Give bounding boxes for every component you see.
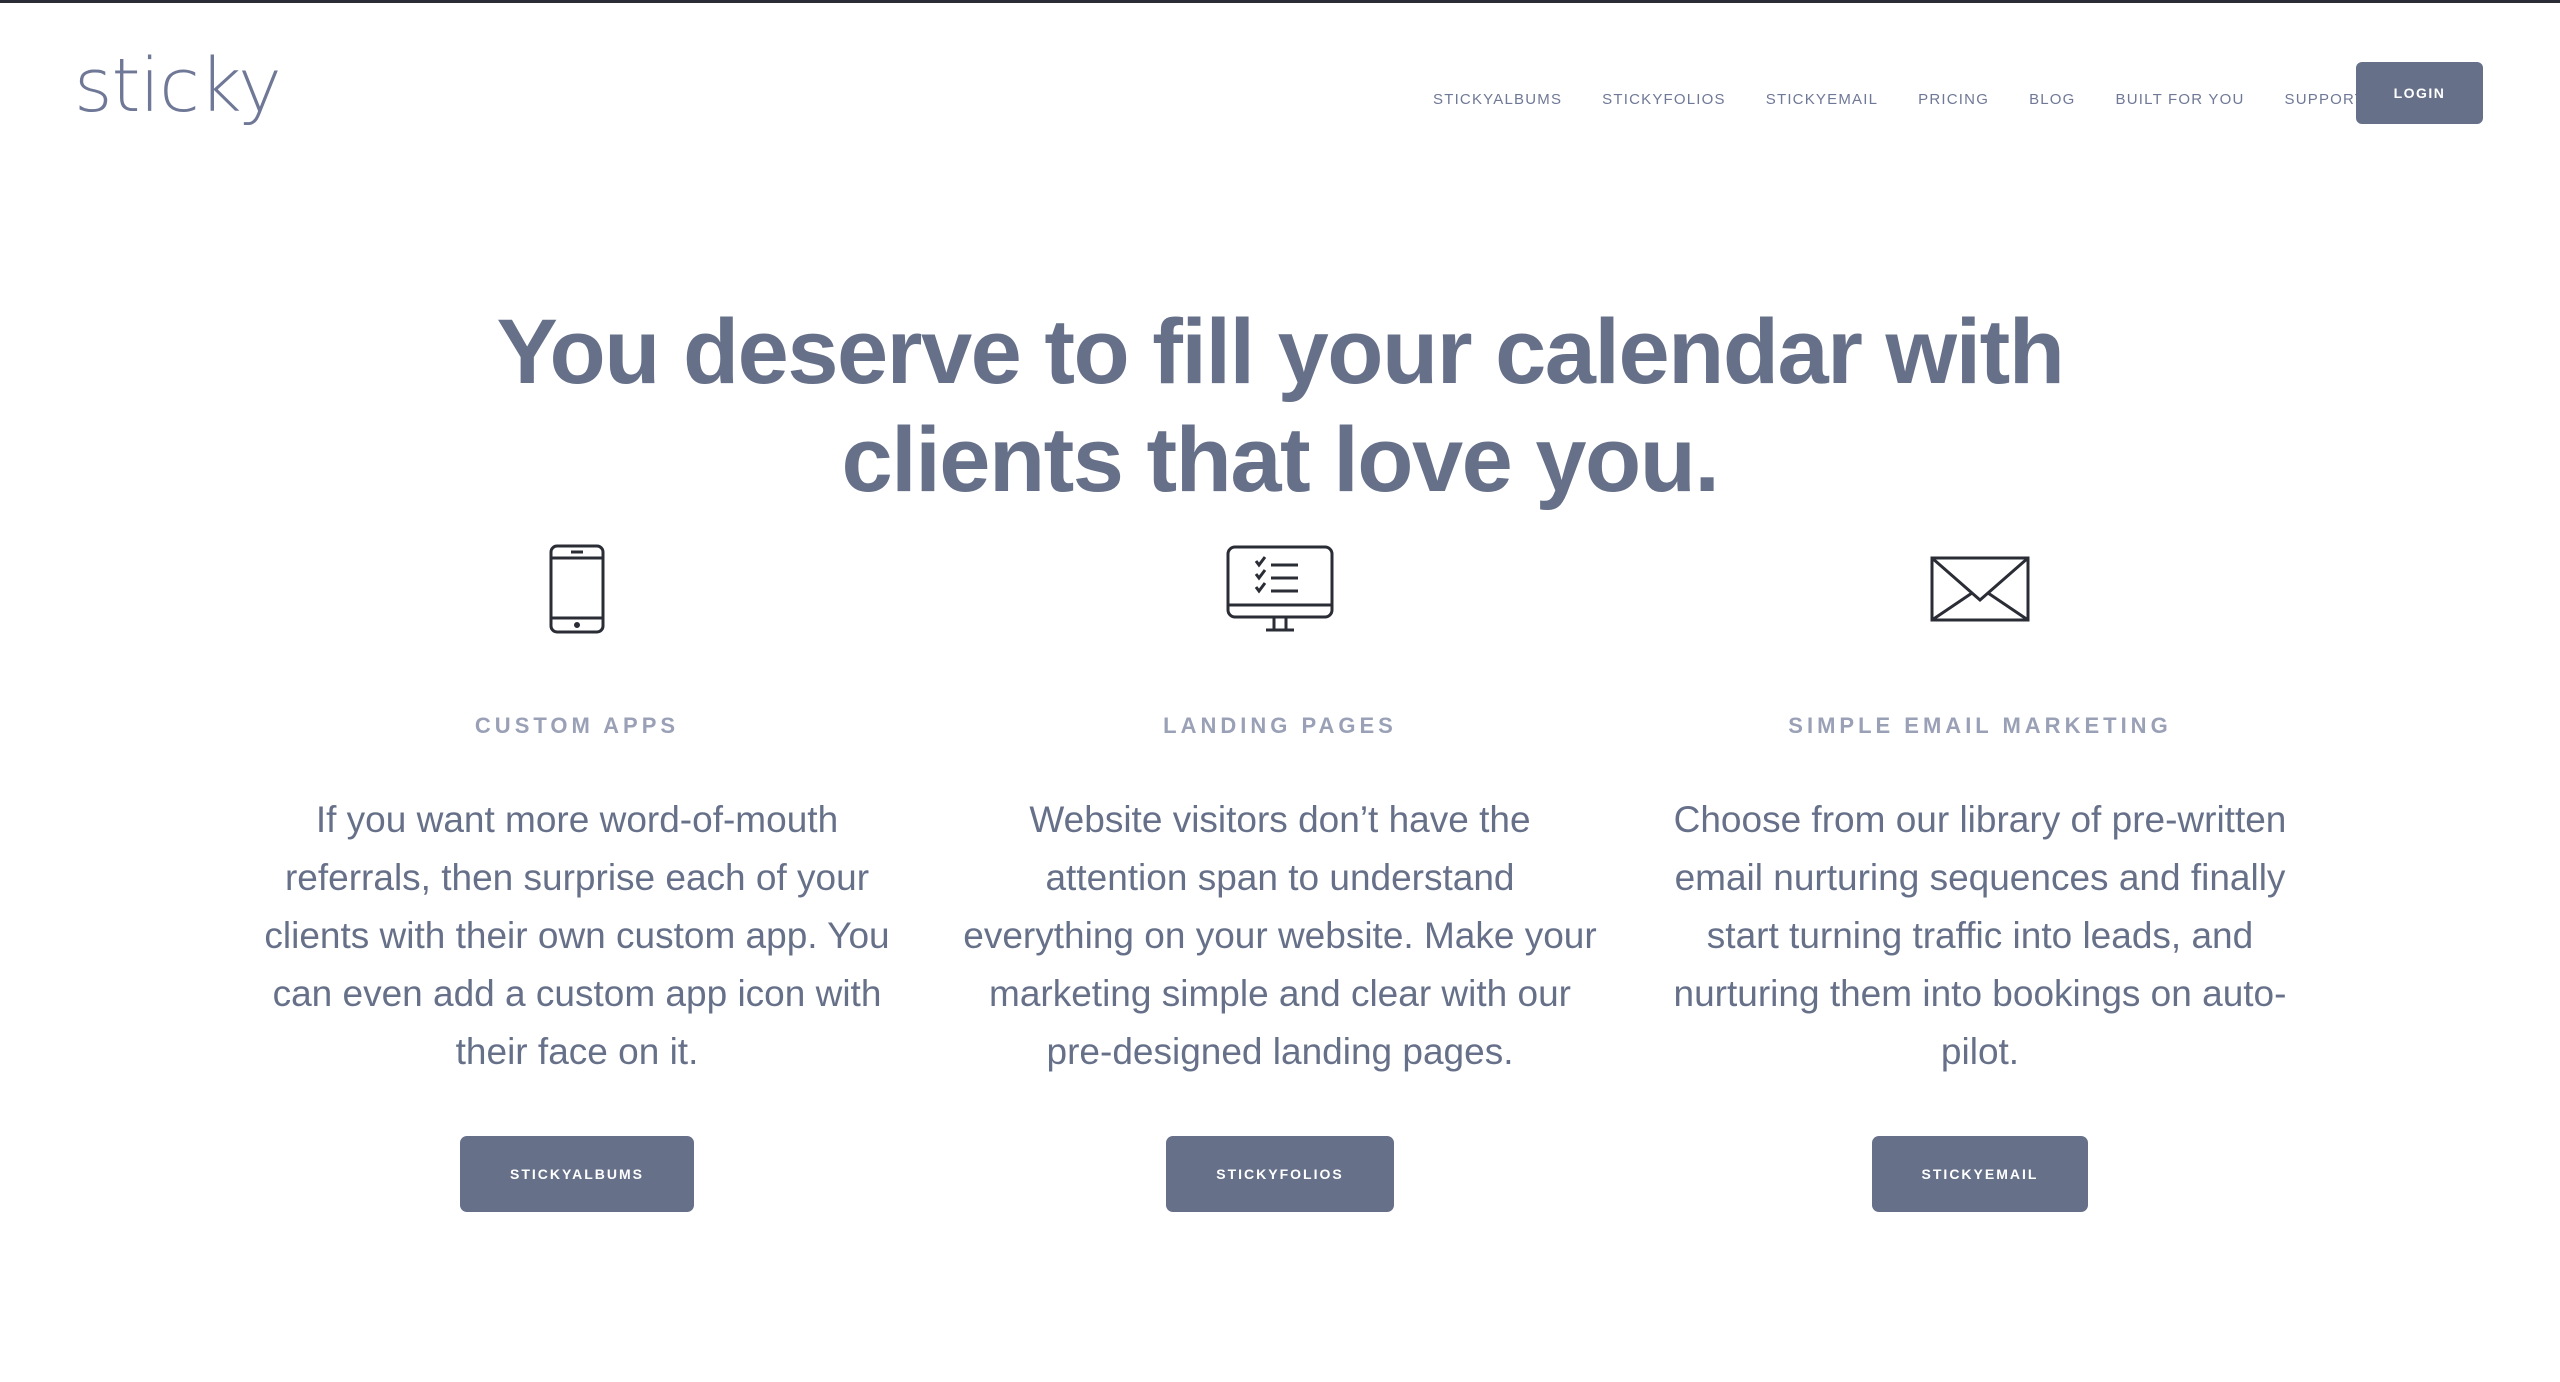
main-nav: STICKYALBUMS STICKYFOLIOS STICKYEMAIL PR… <box>1433 91 2405 108</box>
feature-email-marketing: SIMPLE EMAIL MARKETING Choose from our l… <box>1650 543 2310 1212</box>
feature-title: LANDING PAGES <box>1163 713 1397 738</box>
smartphone-icon <box>247 543 907 635</box>
nav-pricing[interactable]: PRICING <box>1918 91 1989 108</box>
monitor-checklist-icon <box>950 543 1610 635</box>
feature-description: Choose from our library of pre-written e… <box>1673 799 2287 1072</box>
hero-line-1: You deserve to fill your calendar with <box>496 301 2065 403</box>
hero-heading: You deserve to fill your calendar with c… <box>0 298 2560 514</box>
nav-built-for-you[interactable]: BUILT FOR YOU <box>2116 91 2245 108</box>
hero-line-2: clients that love you. <box>841 409 1720 511</box>
nav-blog[interactable]: BLOG <box>2029 91 2075 108</box>
sticky-logo[interactable]: sticky <box>74 43 282 129</box>
nav-stickyemail[interactable]: STICKYEMAIL <box>1766 91 1878 108</box>
stickyfolios-button[interactable]: STICKYFOLIOS <box>1166 1136 1394 1212</box>
feature-description: Website visitors don’t have the attentio… <box>963 799 1597 1072</box>
stickyemail-button[interactable]: STICKYEMAIL <box>1871 1136 2089 1212</box>
feature-description: If you want more word-of-mouth referrals… <box>264 799 890 1072</box>
feature-landing-pages: LANDING PAGES Website visitors don’t hav… <box>950 543 1610 1212</box>
feature-title: SIMPLE EMAIL MARKETING <box>1788 713 2172 738</box>
envelope-icon <box>1650 543 2310 635</box>
nav-support[interactable]: SUPPORT <box>2285 91 2366 108</box>
login-button[interactable]: LOGIN <box>2356 62 2483 124</box>
feature-title: CUSTOM APPS <box>474 713 680 738</box>
feature-custom-apps: CUSTOM APPS If you want more word-of-mou… <box>247 543 907 1212</box>
stickyalbums-button[interactable]: STICKYALBUMS <box>460 1136 694 1212</box>
nav-stickyfolios[interactable]: STICKYFOLIOS <box>1602 91 1726 108</box>
nav-stickyalbums[interactable]: STICKYALBUMS <box>1433 91 1562 108</box>
